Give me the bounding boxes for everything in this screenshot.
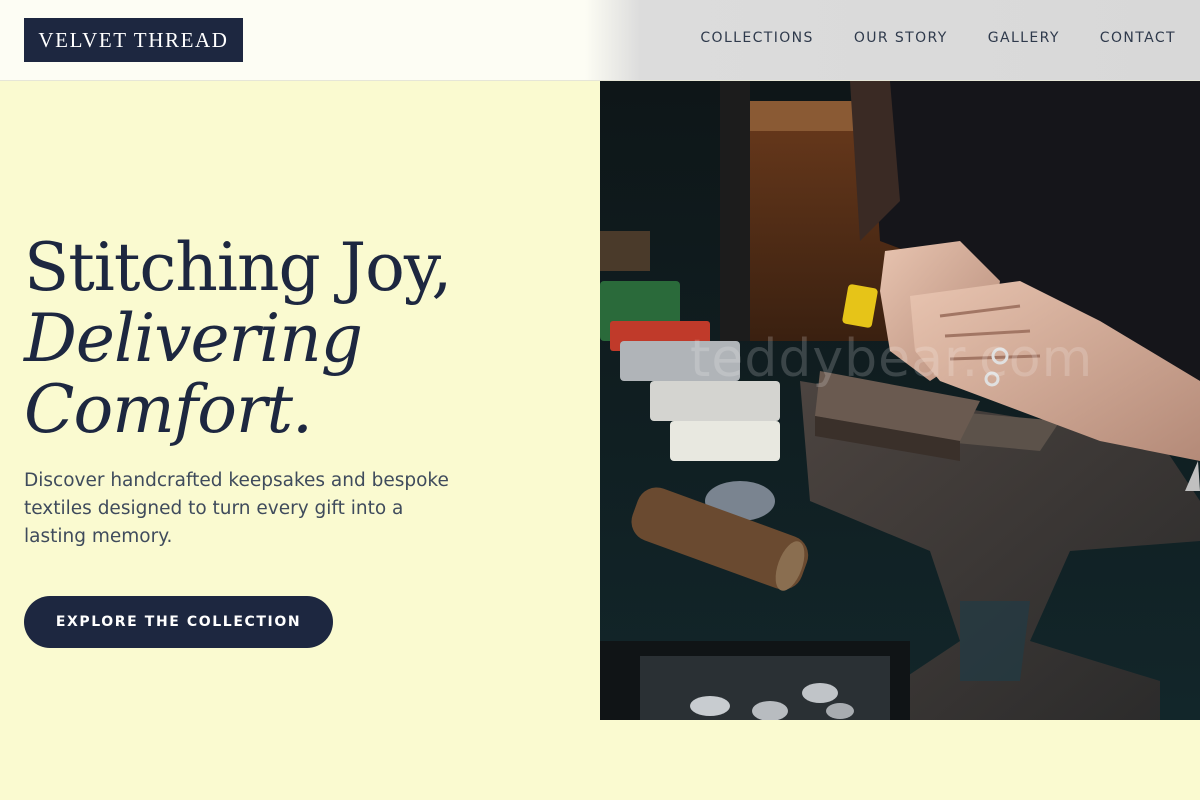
site-header: VELVET THREAD COLLECTIONS OUR STORY GALL…	[0, 0, 1200, 81]
hero-headline: Stitching Joy, Delivering Comfort.	[24, 232, 584, 445]
image-watermark: teddybear.com	[690, 329, 1094, 389]
explore-collection-button[interactable]: EXPLORE THE COLLECTION	[24, 596, 333, 648]
hero-text: Stitching Joy, Delivering Comfort. Disco…	[24, 232, 584, 551]
headline-line-1: Stitching Joy,	[24, 229, 452, 306]
nav-link-gallery[interactable]: GALLERY	[988, 29, 1060, 47]
hero-description: Discover handcrafted keepsakes and bespo…	[24, 470, 449, 547]
main-nav: COLLECTIONS OUR STORY GALLERY CONTACT	[700, 29, 1176, 47]
artisan-photo-icon	[600, 81, 1200, 720]
headline-line-2: Delivering	[24, 300, 363, 377]
nav-link-contact[interactable]: CONTACT	[1100, 29, 1176, 47]
nav-link-our-story[interactable]: OUR STORY	[854, 29, 948, 47]
logo[interactable]: VELVET THREAD	[24, 18, 243, 62]
hero-image: teddybear.com	[600, 81, 1200, 720]
nav-link-collections[interactable]: COLLECTIONS	[700, 29, 813, 47]
headline-line-3: Comfort.	[24, 371, 313, 448]
